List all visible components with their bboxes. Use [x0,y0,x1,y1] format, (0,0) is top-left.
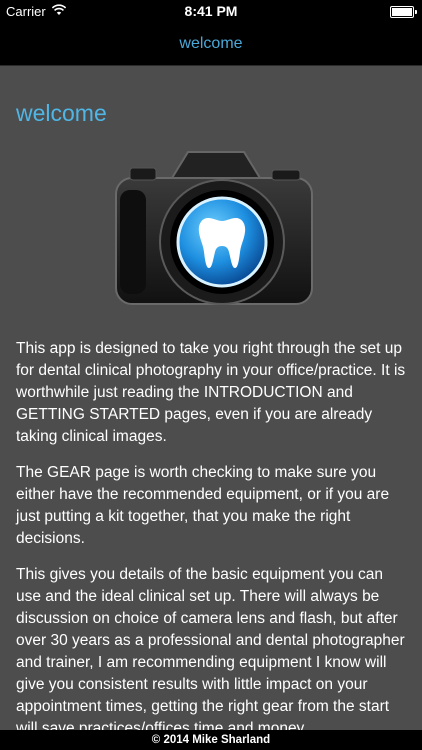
paragraph: This app is designed to take you right t… [16,340,406,445]
paragraph: The GEAR page is worth checking to make … [16,464,390,547]
status-time: 8:41 PM [184,3,238,19]
navigation-bar: welcome [0,22,422,66]
camera-tooth-logo [115,151,313,305]
nav-title: welcome [179,35,243,52]
page-title: welcome [16,100,107,126]
copyright-footer: © 2014 Mike Sharland [0,730,422,750]
status-bar: Carrier 8:41 PM [0,0,422,22]
battery-icon [390,6,417,18]
intro-text: This app is designed to take you right t… [16,338,408,730]
welcome-content[interactable]: welcome This app is designed to take you… [0,66,422,730]
paragraph: This gives you details of the basic equi… [16,566,405,730]
